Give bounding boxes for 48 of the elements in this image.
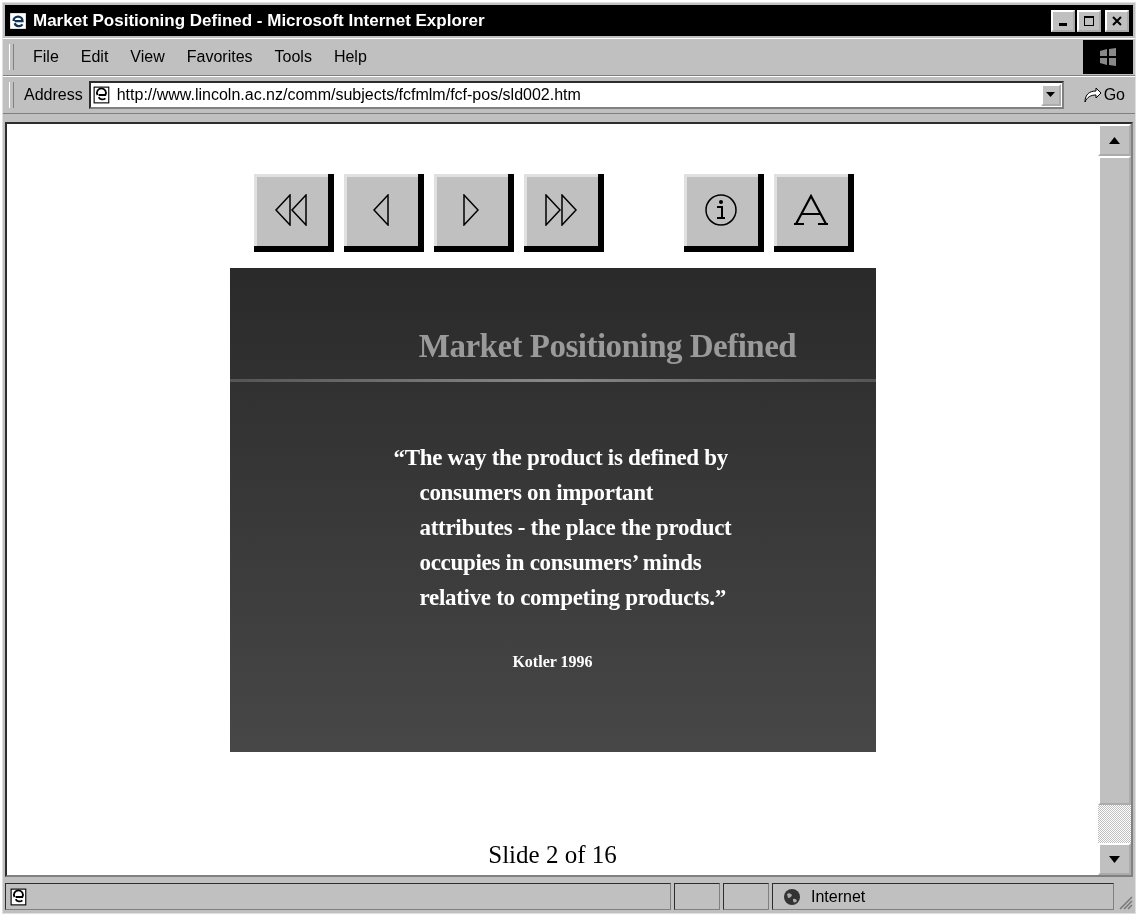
status-panel <box>674 883 720 910</box>
menu-item[interactable]: Help <box>324 46 376 68</box>
go-button[interactable]: Go <box>1067 86 1133 104</box>
scroll-up-button[interactable] <box>1098 124 1131 156</box>
scroll-down-button[interactable] <box>1098 843 1131 875</box>
window-title: Market Positioning Defined - Microsoft Internet Explorer <box>33 10 485 31</box>
arrow-icon <box>1081 86 1102 104</box>
status-panel <box>723 883 769 910</box>
outlined-letter-icon <box>791 194 830 226</box>
up-triangle-icon <box>1109 136 1120 144</box>
menu-item[interactable]: Favorites <box>177 46 262 68</box>
globe-icon <box>783 887 801 906</box>
slide-nav-button[interactable] <box>343 174 424 252</box>
down-triangle-icon <box>1046 92 1056 98</box>
quote-text: “The way the product is defined by consumers on important attributes - the place the product occupies in consumers’ minds relative to competing products.” <box>393 444 732 612</box>
close-icon <box>1112 15 1122 26</box>
dropdown-button[interactable] <box>1040 84 1061 106</box>
slide-nav-button[interactable] <box>773 174 854 252</box>
slide-title: Market Positioning Defined <box>418 328 797 365</box>
slide-nav-button[interactable] <box>253 174 334 252</box>
menu-item[interactable]: Tools <box>265 46 321 68</box>
right-triangle-icon <box>462 194 479 226</box>
slide-counter: Slide 2 of 16 <box>488 841 617 869</box>
maximize-icon <box>1084 15 1094 26</box>
close-button[interactable] <box>1105 9 1129 32</box>
double-right-triangle-icon <box>543 194 578 226</box>
left-triangle-icon <box>372 194 389 226</box>
info-icon <box>703 193 738 227</box>
windows-logo-icon <box>1083 40 1133 74</box>
menu-item[interactable]: Edit <box>71 46 118 68</box>
address-field[interactable]: http://www.lincoln.ac.nz/comm/subjects/fcfmlm/fcf-pos/sld002.htm <box>88 81 1064 109</box>
browser-logo-icon <box>9 11 27 30</box>
down-triangle-icon <box>1109 855 1120 863</box>
menu-item[interactable]: File <box>24 46 68 68</box>
slide-nav-button[interactable] <box>683 174 764 252</box>
minimize-icon <box>1059 22 1067 26</box>
maximize-button[interactable] <box>1077 9 1101 32</box>
minimize-button[interactable] <box>1051 9 1075 32</box>
address-label: Address <box>24 86 83 104</box>
zone-label: Internet <box>811 887 866 906</box>
slide-nav-button[interactable] <box>523 174 604 252</box>
page-icon <box>92 86 111 104</box>
slide-nav-button[interactable] <box>433 174 514 252</box>
resize-grip-icon <box>1117 894 1133 910</box>
quote-source: Kotler 1996 <box>512 653 593 671</box>
double-left-triangle-icon <box>273 194 308 226</box>
menu-item[interactable]: View <box>121 46 174 68</box>
page-icon <box>10 887 28 906</box>
